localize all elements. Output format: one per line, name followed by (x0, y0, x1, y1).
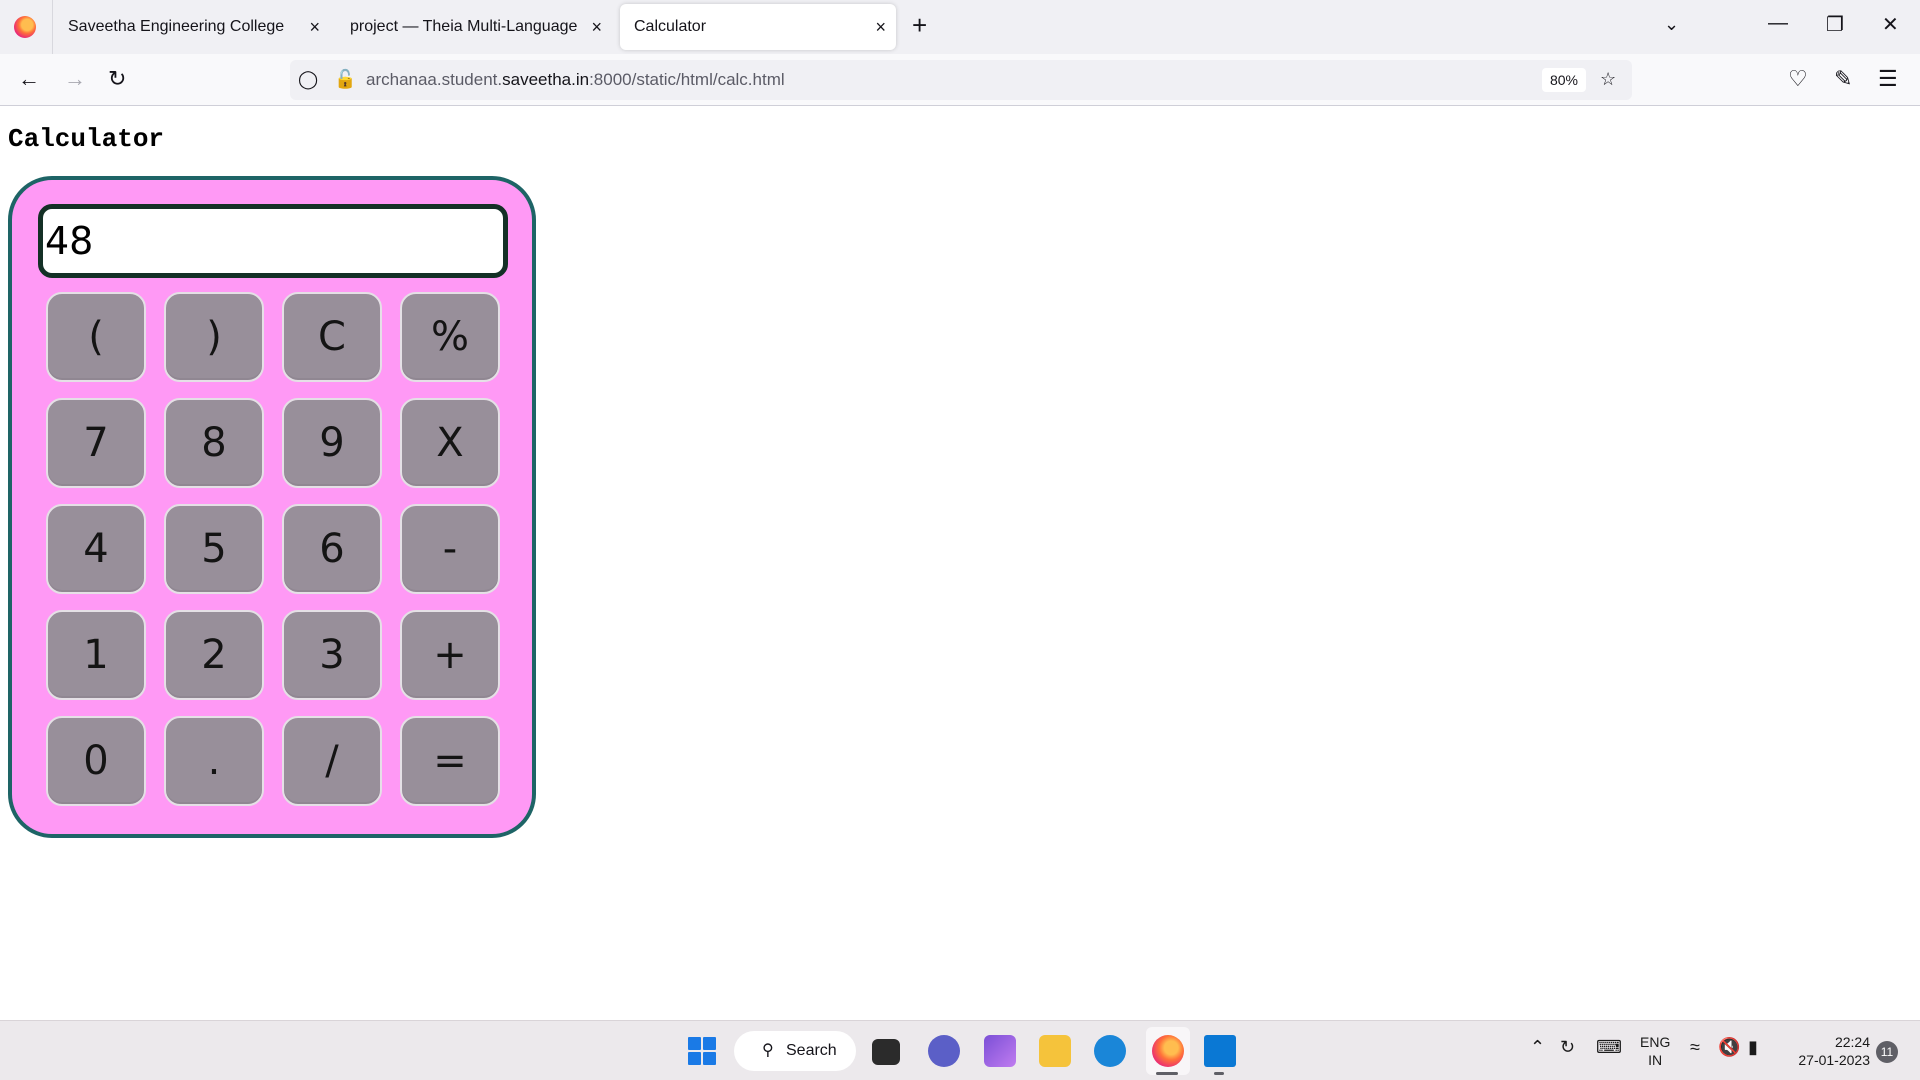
list-all-tabs-icon[interactable]: ⌄ (1664, 14, 1679, 35)
close-tab-icon[interactable]: × (591, 4, 602, 50)
restore-icon[interactable]: ❐ (1826, 12, 1844, 37)
battery-icon[interactable]: ▮ (1748, 1037, 1758, 1058)
close-tab-icon[interactable]: × (875, 4, 886, 50)
sync-icon[interactable]: ↻ (1560, 1037, 1575, 1058)
key-5[interactable]: 5 (164, 504, 264, 594)
key-clear[interactable]: C (282, 292, 382, 382)
vscode-like-app-icon[interactable] (1204, 1035, 1236, 1067)
active-indicator (1156, 1072, 1178, 1075)
taskbar: ⚲ Search ⌃ ↻ ⌨ ENG IN ≈ 🔇 ▮ 22:24 27-01-… (0, 1020, 1920, 1080)
back-icon[interactable]: ← (18, 66, 40, 92)
extensions-icon[interactable]: ✎ (1834, 66, 1852, 92)
taskbar-search[interactable]: ⚲ Search (734, 1031, 856, 1071)
bookmark-star-icon[interactable]: ☆ (1600, 69, 1616, 90)
wifi-icon[interactable]: ≈ (1690, 1037, 1700, 1058)
pocket-icon[interactable]: ♡ (1788, 66, 1808, 92)
key-4[interactable]: 4 (46, 504, 146, 594)
key-7[interactable]: 7 (46, 398, 146, 488)
tracking-protection-shield-icon[interactable]: ◯ (298, 69, 318, 90)
search-label: Search (786, 1042, 837, 1059)
url-suffix: :8000/static/html/calc.html (589, 70, 785, 89)
key-3[interactable]: 3 (282, 610, 382, 700)
running-indicator (1214, 1072, 1224, 1075)
windows-start-icon[interactable] (688, 1037, 716, 1065)
calculator-display[interactable]: 48 (38, 204, 508, 278)
key-multiply[interactable]: X (400, 398, 500, 488)
insecure-lock-icon[interactable]: 🔓 (334, 69, 356, 90)
url-text[interactable]: archanaa.student.saveetha.in:8000/static… (366, 70, 785, 90)
search-icon: ⚲ (762, 1042, 774, 1059)
calculator-keypad: ( ) C % 7 8 9 X 4 5 6 - 1 2 3 + 0 . / = (46, 292, 500, 806)
file-explorer-icon[interactable] (1039, 1035, 1071, 1067)
date: 27-01-2023 (1798, 1052, 1870, 1068)
calculator: 48 ( ) C % 7 8 9 X 4 5 6 - 1 2 3 + 0 . /… (8, 176, 536, 838)
menu-icon[interactable]: ☰ (1878, 66, 1898, 92)
url-prefix: archanaa.student. (366, 70, 503, 89)
key-6[interactable]: 6 (282, 504, 382, 594)
key-open-paren[interactable]: ( (46, 292, 146, 382)
tab-title: Saveetha Engineering College (68, 18, 285, 35)
key-close-paren[interactable]: ) (164, 292, 264, 382)
show-hidden-icons-icon[interactable]: ⌃ (1530, 1037, 1545, 1058)
tab-separator (52, 0, 53, 54)
address-bar[interactable]: ◯ 🔓 archanaa.student.saveetha.in:8000/st… (290, 60, 1632, 100)
volume-muted-icon[interactable]: 🔇 (1718, 1037, 1740, 1058)
tab-saveetha[interactable]: Saveetha Engineering College × (54, 4, 330, 50)
clock[interactable]: 22:24 27-01-2023 (1782, 1033, 1870, 1069)
lang-region: IN (1648, 1052, 1663, 1068)
tab-project[interactable]: project — Theia Multi-Language Ex × (336, 4, 612, 50)
keyboard-icon[interactable]: ⌨ (1596, 1037, 1622, 1058)
key-subtract[interactable]: - (400, 504, 500, 594)
tab-calculator[interactable]: Calculator × (620, 4, 896, 50)
clipchamp-icon[interactable] (984, 1035, 1016, 1067)
key-8[interactable]: 8 (164, 398, 264, 488)
page-title: Calculator (8, 124, 165, 154)
key-9[interactable]: 9 (282, 398, 382, 488)
minimize-icon[interactable]: — (1768, 12, 1788, 35)
key-2[interactable]: 2 (164, 610, 264, 700)
key-divide[interactable]: / (282, 716, 382, 806)
key-decimal[interactable]: . (164, 716, 264, 806)
lang-code: ENG (1640, 1034, 1671, 1050)
firefox-taskbar-icon[interactable] (1152, 1035, 1184, 1067)
key-equals[interactable]: = (400, 716, 500, 806)
key-add[interactable]: + (400, 610, 500, 700)
close-window-icon[interactable]: ✕ (1882, 12, 1899, 37)
tab-title: project — Theia Multi-Language Ex (350, 18, 582, 35)
url-host: saveetha.in (502, 70, 590, 89)
notification-badge[interactable]: 11 (1876, 1041, 1898, 1063)
task-view-icon[interactable] (872, 1039, 900, 1065)
key-0[interactable]: 0 (46, 716, 146, 806)
teams-chat-icon[interactable] (928, 1035, 960, 1067)
zoom-level-button[interactable]: 80% (1542, 68, 1586, 92)
tab-bar: Saveetha Engineering College × project —… (0, 0, 1920, 54)
forward-icon[interactable]: → (64, 66, 86, 92)
navigation-bar: ← → ↻ ◯ 🔓 archanaa.student.saveetha.in:8… (0, 54, 1920, 106)
close-tab-icon[interactable]: × (309, 4, 320, 50)
get-help-icon[interactable] (1094, 1035, 1126, 1067)
firefox-logo-icon[interactable] (14, 16, 36, 38)
time: 22:24 (1834, 1034, 1870, 1050)
key-1[interactable]: 1 (46, 610, 146, 700)
input-language[interactable]: ENG IN (1640, 1033, 1670, 1069)
tab-title: Calculator (634, 18, 707, 35)
key-percent[interactable]: % (400, 292, 500, 382)
reload-icon[interactable]: ↻ (108, 66, 126, 92)
new-tab-button[interactable]: + (912, 10, 927, 41)
